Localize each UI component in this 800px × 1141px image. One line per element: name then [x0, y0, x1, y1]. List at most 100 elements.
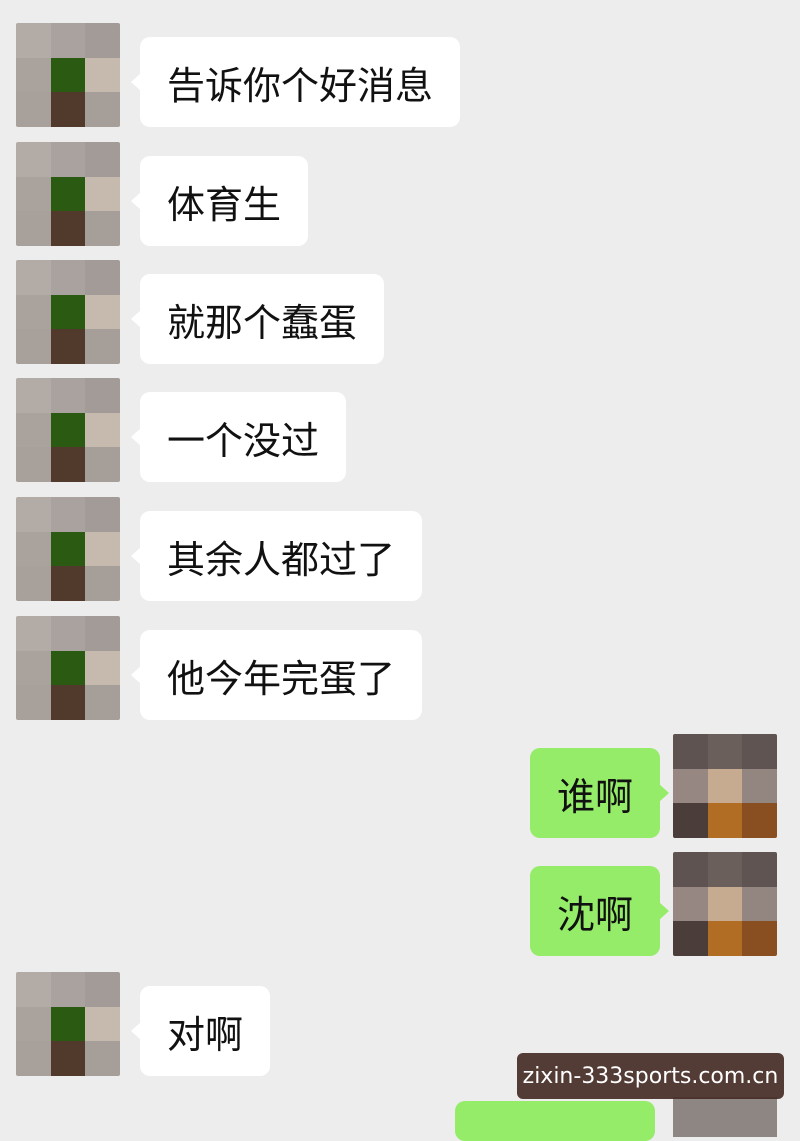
avatar-mosaic-cell [16, 211, 51, 246]
contact-avatar[interactable] [16, 23, 120, 127]
avatar-mosaic-cell [707, 768, 743, 804]
avatar-mosaic-cell [85, 972, 120, 1007]
avatar-mosaic-cell [16, 447, 51, 482]
avatar-mosaic-cell [85, 176, 120, 212]
watermark-label: zixin-333sports.com.cn [517, 1053, 784, 1099]
avatar-mosaic-cell [50, 176, 86, 212]
avatar-mosaic-cell [85, 378, 120, 413]
avatar-mosaic-cell [16, 616, 51, 651]
contact-avatar[interactable] [16, 972, 120, 1076]
avatar-mosaic-cell [707, 921, 743, 956]
avatar-mosaic-cell [50, 412, 86, 448]
avatar-mosaic-cell [673, 768, 708, 804]
avatar-mosaic-cell [50, 92, 86, 127]
avatar-mosaic-cell [707, 852, 743, 887]
avatar-mosaic-cell [50, 378, 86, 413]
avatar-mosaic-cell [16, 378, 51, 413]
avatar-mosaic-cell [85, 294, 120, 330]
avatar-mosaic-cell [85, 616, 120, 651]
contact-avatar[interactable] [16, 260, 120, 364]
avatar-mosaic-cell [742, 886, 777, 922]
avatar-mosaic-cell [742, 734, 777, 769]
avatar-mosaic-cell [16, 412, 51, 448]
avatar-mosaic-cell [85, 497, 120, 532]
message-bubble-outgoing[interactable]: 沈啊 [529, 866, 670, 956]
avatar-mosaic-cell [50, 650, 86, 686]
my-avatar-partial[interactable] [673, 1097, 777, 1137]
message-bubble-incoming[interactable]: 体育生 [130, 156, 309, 246]
avatar-mosaic-cell [85, 57, 120, 93]
avatar-mosaic-cell [16, 23, 51, 58]
avatar-mosaic-cell [85, 23, 120, 58]
avatar-mosaic-cell [742, 921, 777, 956]
avatar-mosaic-cell [85, 566, 120, 601]
avatar-mosaic-cell [50, 685, 86, 720]
avatar-mosaic-cell [85, 260, 120, 295]
avatar-mosaic-cell [50, 1006, 86, 1042]
avatar-mosaic-cell [673, 921, 708, 956]
avatar-mosaic-cell [50, 211, 86, 246]
avatar-mosaic-cell [50, 497, 86, 532]
avatar-mosaic-cell [707, 734, 743, 769]
message-bubble-incoming[interactable]: 其余人都过了 [130, 511, 423, 601]
contact-avatar[interactable] [16, 378, 120, 482]
avatar-mosaic-cell [50, 972, 86, 1007]
avatar-mosaic-cell [85, 1041, 120, 1076]
avatar-mosaic-cell [50, 1041, 86, 1076]
avatar-mosaic-cell [50, 566, 86, 601]
avatar-mosaic-cell [707, 886, 743, 922]
avatar-mosaic-cell [16, 57, 51, 93]
avatar-mosaic-cell [673, 803, 708, 838]
message-bubble-incoming[interactable]: 就那个蠢蛋 [130, 274, 385, 364]
avatar-mosaic-cell [16, 92, 51, 127]
avatar-mosaic-cell [16, 685, 51, 720]
avatar-mosaic-cell [85, 447, 120, 482]
avatar-mosaic-cell [16, 531, 51, 567]
message-bubble-incoming[interactable]: 他今年完蛋了 [130, 630, 423, 720]
avatar-mosaic-cell [85, 531, 120, 567]
avatar-mosaic-cell [85, 142, 120, 177]
avatar-mosaic-cell [50, 447, 86, 482]
message-bubble-outgoing[interactable]: 谁啊 [529, 748, 670, 838]
avatar-mosaic-cell [16, 142, 51, 177]
contact-avatar[interactable] [16, 142, 120, 246]
avatar-mosaic-cell [50, 329, 86, 364]
avatar-mosaic-cell [50, 142, 86, 177]
avatar-mosaic-cell [16, 566, 51, 601]
avatar-mosaic-cell [16, 497, 51, 532]
avatar-mosaic-cell [742, 803, 777, 838]
avatar-mosaic-cell [16, 1041, 51, 1076]
my-avatar[interactable] [673, 852, 777, 956]
avatar-mosaic-cell [673, 886, 708, 922]
avatar-mosaic-cell [50, 294, 86, 330]
avatar-mosaic-cell [85, 685, 120, 720]
avatar-mosaic-cell [673, 734, 708, 769]
avatar-mosaic-cell [742, 768, 777, 804]
avatar-mosaic-cell [16, 176, 51, 212]
avatar-mosaic-cell [742, 852, 777, 887]
message-bubble-incoming[interactable]: 一个没过 [130, 392, 347, 482]
avatar-mosaic-cell [16, 260, 51, 295]
contact-avatar[interactable] [16, 616, 120, 720]
avatar-mosaic-cell [16, 1006, 51, 1042]
my-avatar[interactable] [673, 734, 777, 838]
avatar-mosaic-cell [16, 329, 51, 364]
avatar-mosaic-cell [50, 23, 86, 58]
avatar-mosaic-cell [85, 211, 120, 246]
avatar-mosaic-cell [50, 260, 86, 295]
avatar-mosaic-cell [16, 972, 51, 1007]
contact-avatar[interactable] [16, 497, 120, 601]
avatar-mosaic-cell [16, 650, 51, 686]
avatar-mosaic-cell [85, 1006, 120, 1042]
avatar-mosaic-cell [85, 92, 120, 127]
avatar-mosaic-cell [707, 803, 743, 838]
avatar-mosaic-cell [85, 329, 120, 364]
avatar-mosaic-cell [85, 412, 120, 448]
message-bubble-incoming[interactable]: 告诉你个好消息 [130, 37, 461, 127]
avatar-mosaic-cell [50, 616, 86, 651]
message-bubble-incoming[interactable]: 对啊 [130, 986, 271, 1076]
avatar-mosaic-cell [673, 852, 708, 887]
avatar-mosaic-cell [50, 531, 86, 567]
avatar-mosaic-cell [50, 57, 86, 93]
message-bubble-outgoing-partial[interactable] [455, 1101, 655, 1141]
